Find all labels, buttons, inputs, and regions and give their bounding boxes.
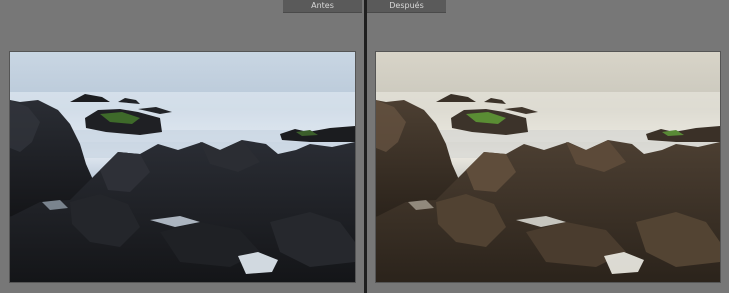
after-pane: Después xyxy=(367,0,729,293)
before-photo-image xyxy=(10,52,355,282)
before-photo[interactable] xyxy=(9,51,356,283)
before-label: Antes xyxy=(283,0,362,13)
after-label: Después xyxy=(367,0,446,13)
after-photo-image xyxy=(376,52,720,282)
before-pane: Antes xyxy=(0,0,364,293)
after-photo[interactable] xyxy=(375,51,721,283)
